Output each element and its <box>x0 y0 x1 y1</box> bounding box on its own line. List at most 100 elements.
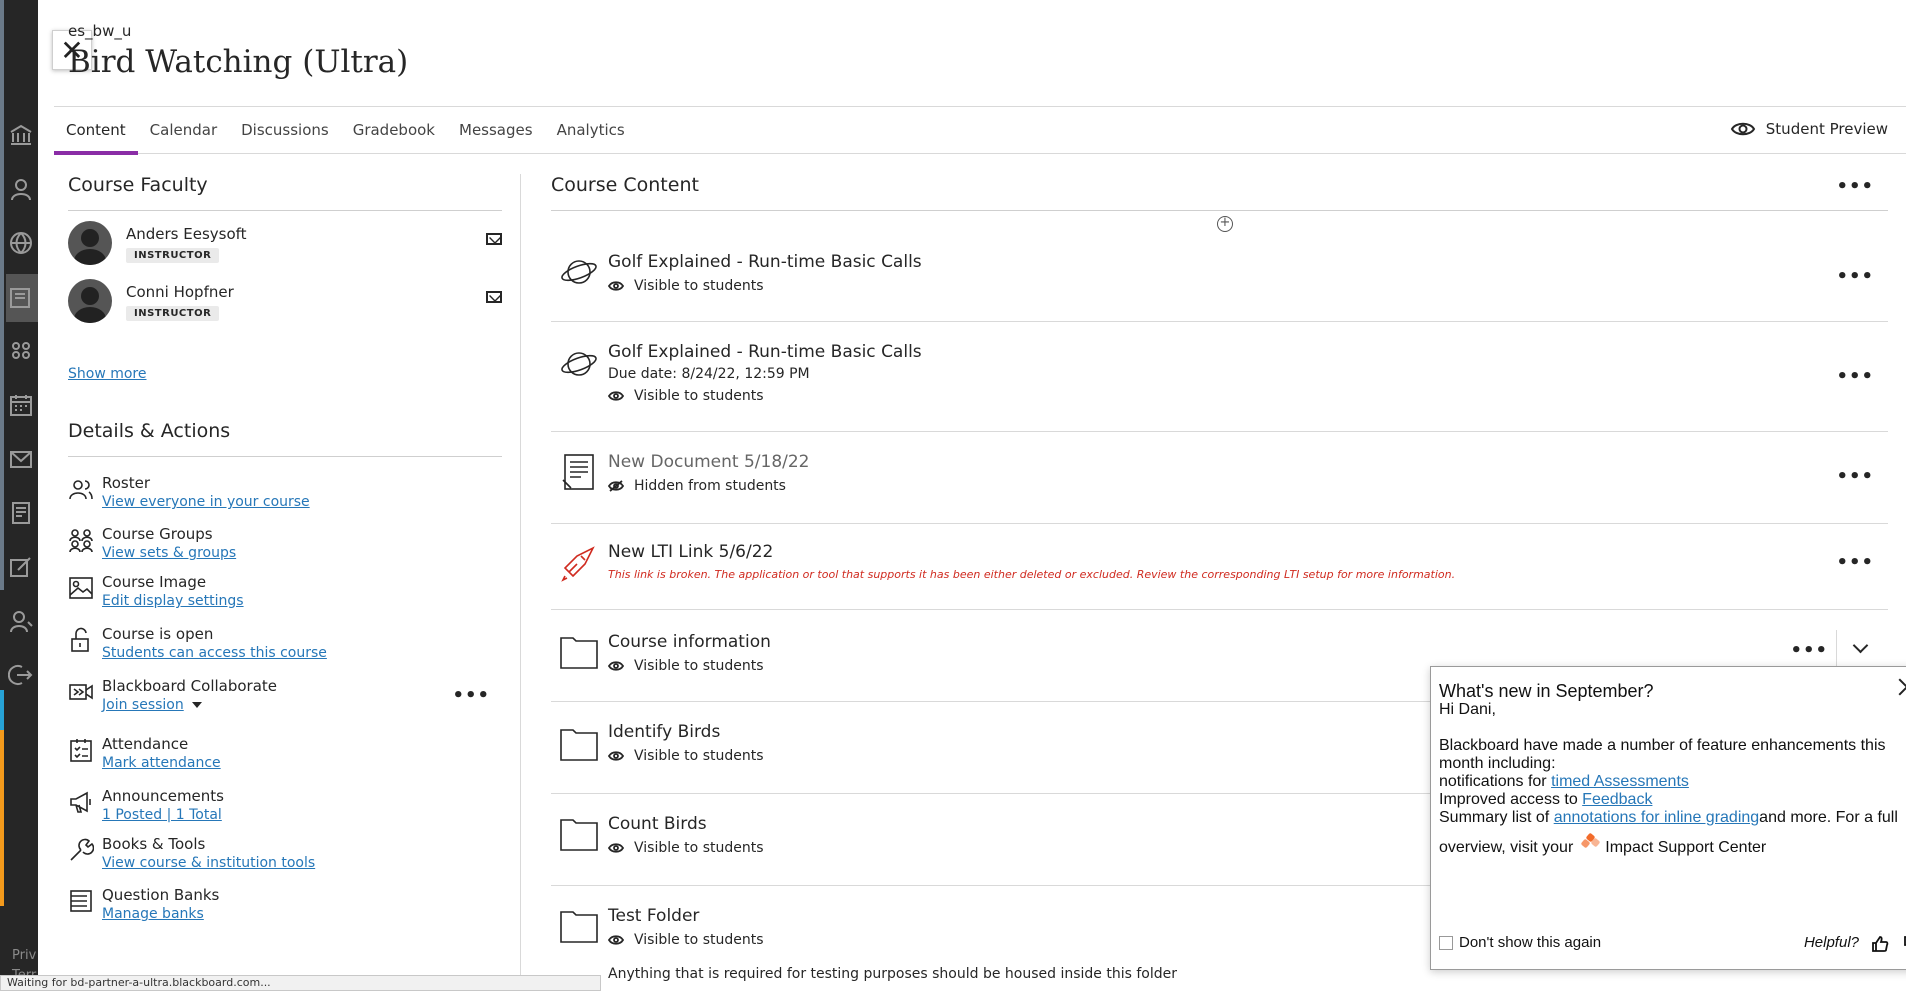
visibility-status[interactable]: Visible to students <box>608 840 764 856</box>
mark-attendance-link[interactable]: Mark attendance <box>102 755 221 771</box>
visibility-status[interactable]: Visible to students <box>608 932 764 948</box>
messages-icon[interactable] <box>8 446 38 472</box>
item-more-button[interactable]: ••• <box>1836 266 1874 287</box>
roster-icon <box>68 476 94 502</box>
faculty-name: Conni Hopfner <box>126 283 234 301</box>
tab-gradebook[interactable]: Gradebook <box>341 107 447 153</box>
content-item[interactable]: New LTI Link 5/6/22 This link is broken.… <box>551 524 1888 610</box>
message-icon[interactable] <box>486 291 502 303</box>
rail-footer-privacy[interactable]: Priv <box>12 948 36 963</box>
grades-icon[interactable] <box>8 500 38 526</box>
item-title[interactable]: Count Birds <box>608 814 707 834</box>
sign-out-icon[interactable] <box>8 662 38 688</box>
roster-link[interactable]: View everyone in your course <box>102 494 310 510</box>
item-title[interactable]: New Document 5/18/22 <box>608 452 810 472</box>
show-more-link[interactable]: Show more <box>68 366 147 382</box>
rail-accent <box>0 690 4 730</box>
eye-hidden-icon <box>608 480 624 492</box>
tools-icon[interactable] <box>8 554 38 580</box>
item-more-button[interactable]: ••• <box>1836 552 1874 573</box>
faculty-member: Anders Eesysoft INSTRUCTOR <box>68 211 502 269</box>
faculty-member: Conni Hopfner INSTRUCTOR <box>68 269 502 327</box>
calendar-icon[interactable] <box>8 392 38 418</box>
eye-icon <box>608 751 624 761</box>
item-title[interactable]: Test Folder <box>608 906 699 926</box>
books-tools-link[interactable]: View course & institution tools <box>102 855 315 871</box>
visibility-label: Visible to students <box>634 748 764 764</box>
tab-content[interactable]: Content <box>54 107 138 155</box>
course-nav: Content Calendar Discussions Gradebook M… <box>54 106 1906 155</box>
dont-show-option[interactable]: Don't show this again <box>1439 934 1601 951</box>
course-content-more-button[interactable]: ••• <box>1836 176 1874 197</box>
attendance-action: Attendance Mark attendance <box>68 735 502 779</box>
tab-calendar[interactable]: Calendar <box>138 107 229 153</box>
image-icon <box>68 575 94 601</box>
visibility-status[interactable]: Visible to students <box>608 388 764 404</box>
visibility-label: Visible to students <box>634 932 764 948</box>
impact-logo-icon <box>1580 832 1601 854</box>
tab-discussions[interactable]: Discussions <box>229 107 341 153</box>
item-title[interactable]: Golf Explained - Run-time Basic Calls <box>608 252 922 272</box>
thumbs-up-icon[interactable] <box>1871 935 1889 953</box>
institution-icon[interactable] <box>8 122 38 148</box>
item-more-button[interactable]: ••• <box>1836 366 1874 387</box>
item-title[interactable]: Identify Birds <box>608 722 720 742</box>
profile-icon[interactable] <box>8 176 38 202</box>
course-image-label: Course Image <box>102 573 207 591</box>
timed-assessments-link[interactable]: timed Assessments <box>1551 773 1689 790</box>
visibility-status[interactable]: Hidden from students <box>608 478 786 494</box>
rail-accent <box>0 730 4 906</box>
visibility-status[interactable]: Visible to students <box>608 748 764 764</box>
announcements-action: Announcements 1 Posted | 1 Total <box>68 787 502 831</box>
eye-icon <box>608 661 624 671</box>
admin-icon[interactable] <box>8 608 38 634</box>
collaborate-action: Blackboard Collaborate Join session ••• <box>68 677 502 721</box>
course-open-label: Course is open <box>102 625 214 643</box>
popup-text: notifications for <box>1439 773 1552 790</box>
courses-icon[interactable] <box>6 274 38 322</box>
course-image-action: Course Image Edit display settings <box>68 573 502 617</box>
course-groups-label: Course Groups <box>102 525 213 543</box>
course-content: Course Content ••• + Golf Explained - Ru… <box>551 174 1888 982</box>
item-title[interactable]: Course information <box>608 632 771 652</box>
dont-show-checkbox[interactable] <box>1439 935 1453 950</box>
course-open-link[interactable]: Students can access this course <box>102 645 327 661</box>
roster-label: Roster <box>102 474 151 492</box>
join-session-link[interactable]: Join session <box>102 697 202 713</box>
course-image-link[interactable]: Edit display settings <box>102 593 244 609</box>
folder-icon <box>559 632 599 672</box>
collaborate-more-button[interactable]: ••• <box>452 685 490 706</box>
visibility-status[interactable]: Visible to students <box>608 658 764 674</box>
helpful-label: Helpful? <box>1803 934 1859 951</box>
app-rail: Priv Terr <box>0 0 38 991</box>
item-more-button[interactable]: ••• <box>1836 466 1874 487</box>
annotations-link[interactable]: annotations for inline grading <box>1554 809 1759 826</box>
whats-new-popup: What's new in September? Hi Dani, Blackb… <box>1430 666 1906 970</box>
globe-icon[interactable] <box>8 230 38 256</box>
broken-link-error: This link is broken. The application or … <box>608 568 1456 581</box>
item-title[interactable]: New LTI Link 5/6/22 <box>608 542 773 562</box>
chevron-down-icon <box>191 702 202 708</box>
item-more-button[interactable]: ••• <box>1790 640 1828 661</box>
course-groups-link[interactable]: View sets & groups <box>102 545 236 561</box>
details-actions-title: Details & Actions <box>68 420 502 457</box>
eye-icon <box>608 281 624 291</box>
popup-line: notifications for timed Assessments <box>1439 773 1906 791</box>
student-preview-button[interactable]: Student Preview <box>1730 119 1888 139</box>
wrench-icon <box>68 837 95 863</box>
close-icon[interactable] <box>1897 677 1906 697</box>
visibility-status[interactable]: Visible to students <box>608 278 764 294</box>
student-preview-label: Student Preview <box>1765 120 1888 138</box>
organizations-icon[interactable] <box>8 338 38 364</box>
content-item[interactable]: New Document 5/18/22 Hidden from student… <box>551 432 1888 524</box>
message-icon[interactable] <box>486 233 502 245</box>
due-date: Due date: 8/24/22, 12:59 PM <box>608 366 810 382</box>
content-item[interactable]: Golf Explained - Run-time Basic Calls Vi… <box>551 230 1888 322</box>
announcements-link[interactable]: 1 Posted | 1 Total <box>102 807 222 823</box>
content-item[interactable]: Golf Explained - Run-time Basic Calls Du… <box>551 322 1888 432</box>
tab-messages[interactable]: Messages <box>447 107 545 153</box>
expand-folder-button[interactable] <box>1836 630 1876 670</box>
manage-banks-link[interactable]: Manage banks <box>102 906 204 922</box>
item-title[interactable]: Golf Explained - Run-time Basic Calls <box>608 342 922 362</box>
tab-analytics[interactable]: Analytics <box>545 107 637 153</box>
